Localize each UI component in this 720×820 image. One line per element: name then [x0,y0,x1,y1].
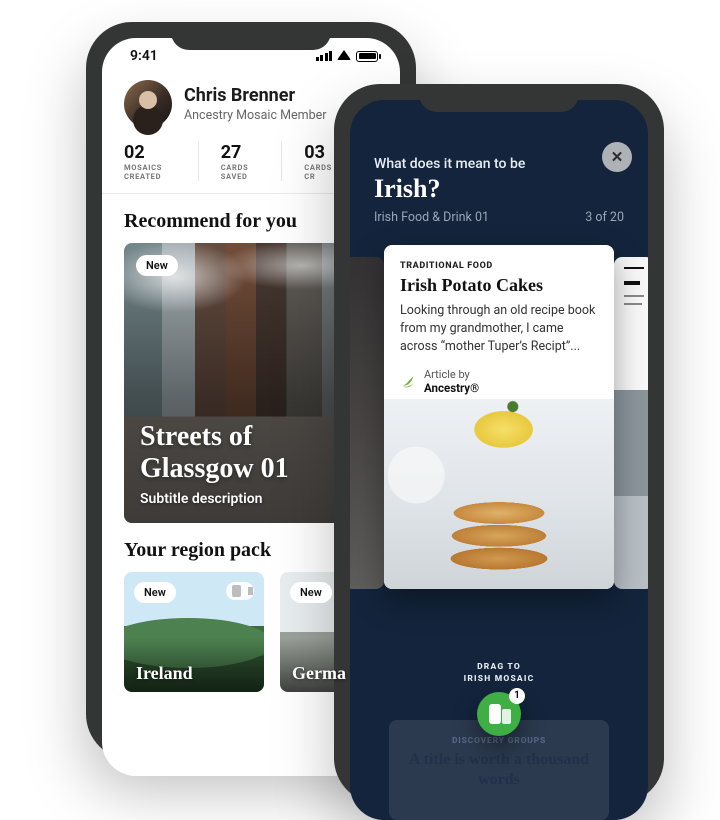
stat-label: CARDS CR [304,163,332,181]
mosaic-count-badge: 1 [509,688,525,704]
badge-new: New [134,582,176,603]
mosaic-chip-icon [226,582,254,600]
notch [171,22,331,50]
region-pack-name: Ireland [136,663,193,684]
profile-role: Ancestry Mosaic Member [184,108,327,123]
discovery-counter: 3 of 20 [585,210,624,225]
avatar[interactable] [124,80,172,128]
profile-name: Chris Brenner [184,85,327,106]
ancestry-leaf-icon [400,374,416,390]
card-image [384,399,614,589]
close-button[interactable]: ✕ [602,142,632,172]
region-pack-ireland[interactable]: New Ireland [124,572,264,692]
card-title: Irish Potato Cakes [384,275,614,302]
stat-cards-saved[interactable]: 27 CARDS SAVED [221,142,283,181]
badge-new: New [136,255,178,276]
recommend-card-title: Streets of Glassgow 01 [140,421,362,485]
region-pack-name: Germa [292,663,346,684]
phone-frame-right: ✕ What does it mean to be Irish? Irish F… [334,84,664,804]
discovery-pretitle: What does it mean to be [374,156,624,172]
ghost-card-category: DISCOVERY GROUPS [407,736,591,746]
badge-new: New [290,582,332,603]
card-byline-text: Article by Ancestry® [424,368,479,395]
discovery-title: Irish? [374,174,624,204]
discovery-subtitle: Irish Food & Drink 01 [374,210,489,225]
carousel-next-peek[interactable] [614,257,648,589]
status-time: 9:41 [130,48,158,64]
byline-pre: Article by [424,368,470,381]
byline-brand: Ancestry® [424,381,479,395]
drag-label-line1: DRAG TO [350,662,648,672]
stat-label: CARDS SAVED [221,163,258,181]
wifi-icon [337,50,351,60]
mosaic-drop-target[interactable]: 1 [477,692,521,736]
ghost-card-title: A title is worth a thousand words [407,750,591,790]
stat-label: MOSAICS CREATED [124,163,174,181]
notch [419,84,579,112]
recommend-card-subtitle: Subtitle description [140,491,362,507]
card-carousel[interactable]: TRADITIONAL FOOD Irish Potato Cakes Look… [350,245,648,603]
card-excerpt: Looking through an old recipe book from … [384,302,614,368]
discovery-subrow: Irish Food & Drink 01 3 of 20 [374,210,624,225]
drag-footer: DRAG TO IRISH MOSAIC 1 DISCOVERY GROUPS … [350,662,648,820]
stat-num: 02 [124,142,174,163]
recommend-card-text: Streets of Glassgow 01 Subtitle descript… [140,421,362,507]
stat-mosaics[interactable]: 02 MOSAICS CREATED [124,142,199,181]
stat-num: 03 [304,142,332,163]
cellular-icon [316,51,333,61]
drag-label-line2: IRISH MOSAIC [350,674,648,684]
discovery-card[interactable]: TRADITIONAL FOOD Irish Potato Cakes Look… [384,245,614,589]
close-icon: ✕ [611,148,624,166]
profile-text: Chris Brenner Ancestry Mosaic Member [184,85,327,123]
battery-icon [356,51,378,62]
card-category: TRADITIONAL FOOD [384,245,614,275]
card-byline: Article by Ancestry® [384,368,614,399]
stat-num: 27 [221,142,258,163]
screen-right: ✕ What does it mean to be Irish? Irish F… [350,100,648,820]
status-icons [316,51,379,62]
